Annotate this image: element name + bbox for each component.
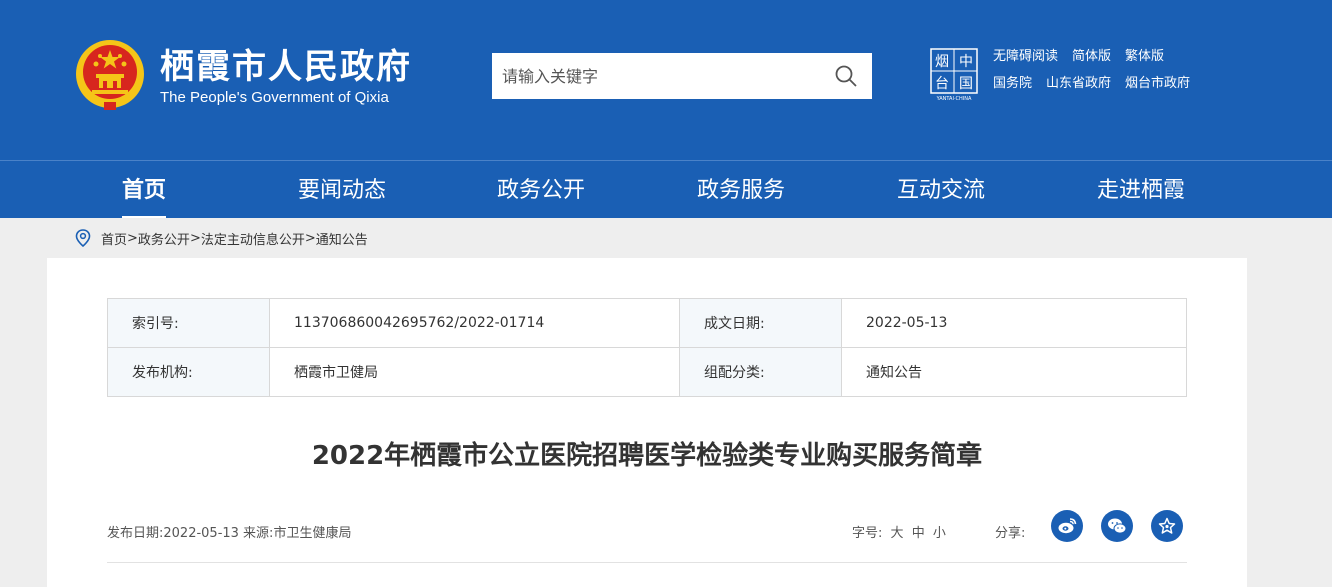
nav-item-about[interactable]: 走进栖霞 xyxy=(1097,161,1185,219)
content-card: 首页 > 政务公开 > 法定主动信息公开 > 通知公告 索引号: 1137068… xyxy=(47,218,1247,587)
accessibility-link[interactable]: 无障碍阅读 xyxy=(993,46,1058,68)
site-title[interactable]: 栖霞市人民政府 xyxy=(160,44,412,90)
shandong-gov-link[interactable]: 山东省政府 xyxy=(1046,73,1111,95)
index-value: 113706860042695762/2022-01714 xyxy=(269,298,680,348)
font-size-small[interactable]: 小 xyxy=(933,526,946,541)
site-header: 栖霞市人民政府 The People's Government of Qixia… xyxy=(0,0,1332,160)
category-value: 通知公告 xyxy=(841,347,1187,397)
share-wechat-button[interactable] xyxy=(1101,510,1133,542)
document-meta-table: 索引号: 113706860042695762/2022-01714 成文日期:… xyxy=(107,298,1187,397)
svg-text:烟: 烟 xyxy=(935,54,949,70)
nav-item-gov-service[interactable]: 政务服务 xyxy=(697,161,785,219)
font-size-control: 字号: 大 中 小 xyxy=(852,522,946,541)
national-emblem-icon xyxy=(76,40,144,110)
date-label: 成文日期: xyxy=(679,298,842,348)
category-label: 组配分类: xyxy=(679,347,842,397)
article-title: 2022年栖霞市公立医院招聘医学检验类专业购买服务简章 xyxy=(311,441,983,471)
site-subtitle-en: The People's Government of Qixia xyxy=(160,89,389,106)
font-size-medium[interactable]: 中 xyxy=(912,526,925,541)
publish-info: 发布日期:2022-05-13 来源:市卫生健康局 xyxy=(107,526,352,541)
index-label: 索引号: xyxy=(107,298,270,348)
nav-item-news[interactable]: 要闻动态 xyxy=(298,161,386,219)
share-label: 分享: xyxy=(995,526,1026,541)
article-info-bar: 发布日期:2022-05-13 来源:市卫生健康局 字号: 大 中 小 分享: xyxy=(107,510,1187,550)
weibo-icon xyxy=(1058,518,1077,534)
breadcrumb: 首页 > 政务公开 > 法定主动信息公开 > 通知公告 xyxy=(47,218,1247,258)
nav-item-home[interactable]: 首页 xyxy=(122,161,167,219)
yantai-logo-icon: 烟 中 台 国 YANTAI·CHINA xyxy=(930,48,978,102)
nav-item-interaction[interactable]: 互动交流 xyxy=(897,161,985,219)
breadcrumb-separator: > xyxy=(127,230,138,246)
meta-row: 发布机构: 栖霞市卫健局 组配分类: 通知公告 xyxy=(107,347,1187,397)
breadcrumb-gov-info[interactable]: 政务公开 xyxy=(138,229,190,248)
font-size-label: 字号: xyxy=(852,526,883,541)
content-divider xyxy=(107,562,1187,563)
breadcrumb-separator: > xyxy=(304,230,316,246)
org-value: 栖霞市卫健局 xyxy=(269,347,680,397)
star-icon xyxy=(1158,517,1176,534)
svg-text:YANTAI·CHINA: YANTAI·CHINA xyxy=(936,96,972,102)
main-nav: 首页 要闻动态 政务公开 政务服务 互动交流 走进栖霞 xyxy=(0,160,1332,219)
top-links-row-2: 国务院 山东省政府 烟台市政府 xyxy=(993,73,1190,95)
top-links-row-1: 无障碍阅读 简体版 繁体版 xyxy=(993,46,1190,68)
breadcrumb-separator: > xyxy=(189,230,201,246)
yantai-gov-link[interactable]: 烟台市政府 xyxy=(1125,73,1190,95)
location-pin-icon xyxy=(75,229,91,247)
breadcrumb-legal-info[interactable]: 法定主动信息公开 xyxy=(201,229,305,248)
svg-text:中: 中 xyxy=(959,54,973,70)
date-value: 2022-05-13 xyxy=(841,298,1187,348)
share-weibo-button[interactable] xyxy=(1051,510,1083,542)
top-links: 无障碍阅读 简体版 繁体版 国务院 山东省政府 烟台市政府 xyxy=(993,46,1190,100)
nav-item-gov-info[interactable]: 政务公开 xyxy=(497,161,585,219)
traditional-link[interactable]: 繁体版 xyxy=(1125,46,1164,68)
wechat-icon xyxy=(1108,518,1127,534)
org-label: 发布机构: xyxy=(107,347,270,397)
svg-text:国: 国 xyxy=(959,76,973,92)
search-icon[interactable] xyxy=(834,64,858,88)
search-box xyxy=(492,53,872,99)
meta-row: 索引号: 113706860042695762/2022-01714 成文日期:… xyxy=(107,298,1187,348)
svg-text:台: 台 xyxy=(935,76,949,92)
font-size-large[interactable]: 大 xyxy=(891,526,904,541)
simplified-link[interactable]: 简体版 xyxy=(1072,46,1111,68)
search-input[interactable] xyxy=(492,53,822,99)
state-council-link[interactable]: 国务院 xyxy=(993,73,1032,95)
breadcrumb-notice[interactable]: 通知公告 xyxy=(316,229,368,248)
share-favorite-button[interactable] xyxy=(1151,510,1183,542)
breadcrumb-home[interactable]: 首页 xyxy=(101,229,127,248)
